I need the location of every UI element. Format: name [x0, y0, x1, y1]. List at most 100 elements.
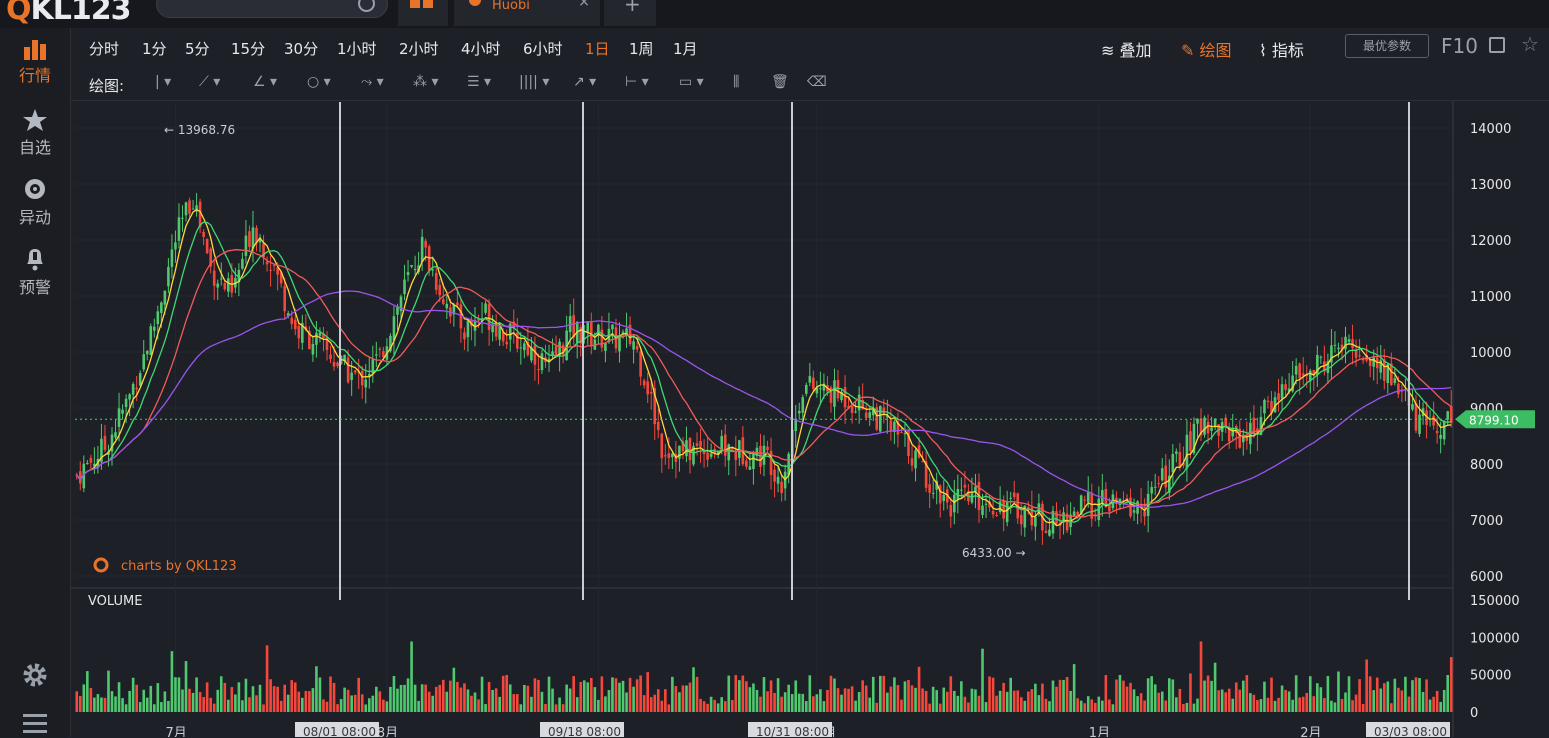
- volume-bar: [466, 689, 470, 712]
- volume-bar: [1358, 679, 1361, 712]
- volume-bar: [1196, 698, 1199, 712]
- volume-bar: [1361, 703, 1365, 712]
- volume-bar: [635, 679, 639, 712]
- candle-body: [1361, 359, 1365, 361]
- candle-body: [1301, 373, 1305, 376]
- volume-bar: [628, 677, 632, 712]
- volume-bar: [1446, 674, 1450, 712]
- volume-bar: [519, 704, 523, 712]
- volume-bar: [857, 691, 861, 712]
- volume-bar: [1372, 690, 1376, 712]
- volume-bar: [237, 682, 241, 712]
- volume-bar: [329, 676, 332, 712]
- volume-bar: [523, 684, 526, 712]
- volume-bar: [1344, 692, 1347, 712]
- volume-bar: [864, 685, 868, 712]
- volume-bar: [508, 684, 512, 712]
- candle-body: [804, 384, 808, 394]
- candle-body: [1354, 350, 1358, 358]
- volume-bar: [607, 690, 611, 712]
- volume-bar: [427, 691, 431, 712]
- volume-bar: [889, 686, 893, 712]
- volume-bar: [515, 694, 519, 712]
- volume-bar: [900, 699, 903, 712]
- volume-bar: [293, 682, 297, 712]
- volume-bar: [826, 689, 829, 712]
- volume-bar: [170, 651, 174, 712]
- candlestick-chart[interactable]: 1400013000120001100010000900080007000600…: [0, 0, 1549, 737]
- candle-body: [142, 354, 146, 370]
- volume-bar: [1199, 641, 1203, 712]
- volume-bar: [1382, 683, 1386, 712]
- candle-body: [1083, 499, 1087, 501]
- volume-bar: [505, 675, 509, 712]
- candle-body: [219, 278, 223, 280]
- volume-bar: [1242, 680, 1245, 712]
- candle-body: [1189, 431, 1192, 452]
- volume-bar: [357, 677, 361, 712]
- candle-body: [868, 412, 872, 418]
- volume-bar: [977, 695, 981, 712]
- candle-body: [879, 405, 882, 432]
- candle-body: [819, 388, 822, 390]
- volume-bar: [131, 677, 135, 712]
- volume-bar: [1435, 690, 1439, 712]
- candle-body: [311, 343, 315, 355]
- volume-bar: [1143, 700, 1146, 712]
- candle-body: [660, 433, 664, 459]
- volume-bar: [840, 694, 843, 712]
- volume-bar: [1273, 700, 1277, 712]
- candle-body: [646, 381, 649, 395]
- candle-body: [699, 440, 702, 447]
- volume-bar: [995, 695, 998, 712]
- volume-bar: [255, 695, 258, 712]
- candle-body: [491, 325, 494, 333]
- candle-body: [1432, 415, 1435, 426]
- volume-bar: [434, 686, 438, 712]
- volume-bar: [752, 683, 755, 712]
- volume-bar: [1055, 686, 1058, 712]
- candle-body: [956, 488, 960, 499]
- volume-bar: [639, 675, 642, 712]
- price-axis-label: 6000: [1470, 570, 1503, 585]
- volume-bar: [847, 688, 850, 712]
- candle-body: [336, 362, 339, 367]
- volume-bar: [424, 684, 427, 712]
- date-tag-label: 08/01 08:00: [303, 725, 376, 737]
- volume-bar: [1012, 690, 1016, 712]
- candle-body: [160, 302, 163, 313]
- volume-bar: [868, 697, 872, 712]
- volume-bar: [1171, 679, 1175, 712]
- volume-bar: [1439, 701, 1442, 712]
- volume-bar: [649, 697, 653, 712]
- candle-body: [463, 332, 466, 340]
- volume-axis-label: 0: [1470, 706, 1478, 721]
- candle-body: [621, 331, 625, 333]
- volume-bar: [709, 696, 713, 712]
- volume-bar: [114, 696, 117, 712]
- volume-bar: [160, 702, 163, 712]
- volume-bar: [501, 675, 505, 712]
- candle-body: [1005, 501, 1009, 523]
- price-axis-label: 13000: [1470, 178, 1511, 193]
- volume-bar: [396, 688, 399, 712]
- candle-body: [604, 342, 607, 351]
- candle-body: [1442, 421, 1446, 440]
- candle-body: [688, 437, 692, 461]
- volume-bar: [974, 689, 977, 712]
- candle-body: [1012, 492, 1016, 498]
- volume-bar: [914, 687, 917, 712]
- volume-bar: [1291, 699, 1294, 712]
- price-axis-label: 8000: [1470, 458, 1503, 473]
- volume-bar: [928, 703, 931, 712]
- volume-bar: [734, 675, 738, 712]
- volume-bar: [1108, 699, 1111, 712]
- x-axis-month-label: 1月: [1089, 726, 1110, 737]
- candle-body: [135, 387, 138, 390]
- volume-bar: [297, 691, 301, 712]
- candle-body: [1344, 336, 1347, 350]
- candle-body: [360, 370, 364, 386]
- candle-body: [1368, 359, 1372, 366]
- volume-bar: [248, 697, 251, 712]
- candle-body: [745, 460, 748, 467]
